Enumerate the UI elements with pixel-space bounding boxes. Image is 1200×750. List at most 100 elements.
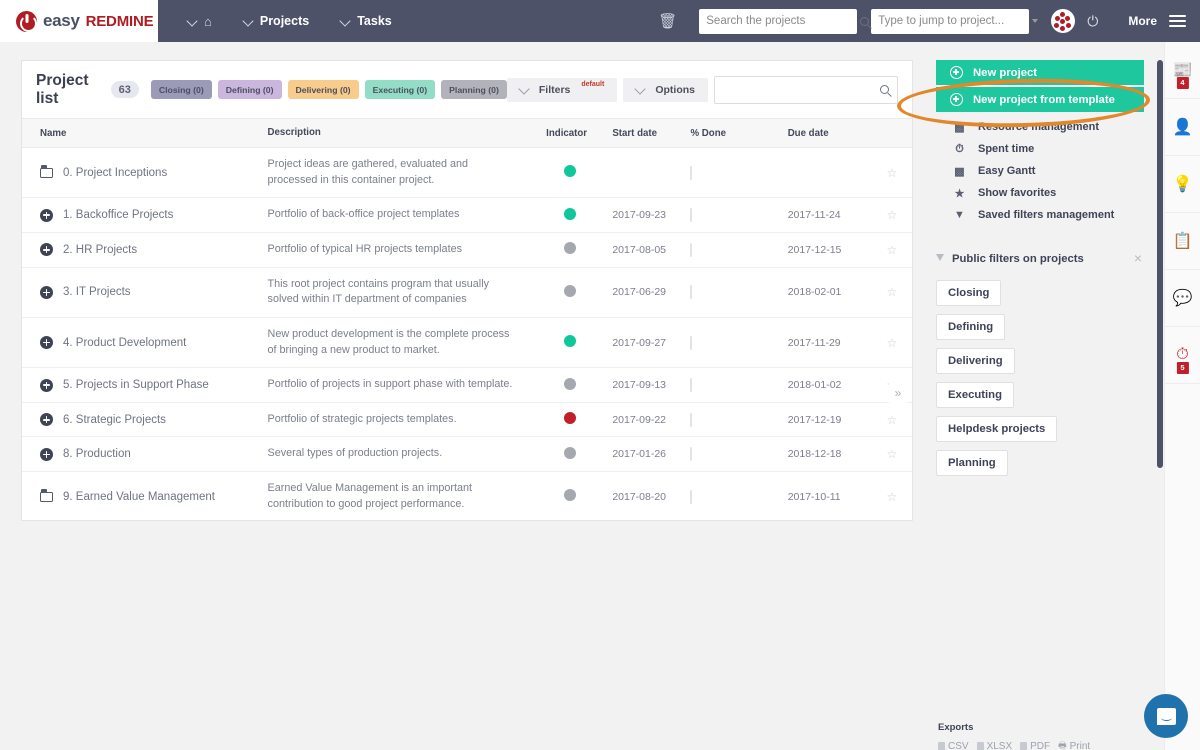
table-search-input[interactable]	[723, 83, 880, 96]
status-tag-defining[interactable]: Defining (0)	[217, 80, 282, 99]
sidebar-item-saved-filters-management[interactable]: ▼ Saved filters management	[936, 204, 1144, 226]
plus-circle-icon[interactable]	[40, 285, 53, 299]
rail-item-lightbulb[interactable]: 💡	[1165, 156, 1200, 213]
column-header-name[interactable]: Name	[22, 117, 268, 149]
favorite-star-icon[interactable]: ☆	[887, 336, 898, 350]
favorite-star-icon[interactable]: ☆	[887, 490, 898, 504]
nav-tasks[interactable]: Tasks	[327, 0, 406, 42]
public-filter-chip[interactable]: Helpdesk projects	[936, 416, 1058, 443]
cell-percent-done	[690, 402, 788, 438]
rail-item-clipboard[interactable]: 📋	[1165, 213, 1200, 270]
project-name-link[interactable]: 5. Projects in Support Phase	[63, 379, 209, 391]
logo-easy-text: easy	[43, 11, 80, 30]
filters-dropdown[interactable]: Filters default	[506, 77, 618, 102]
table-row[interactable]: 8. Production Several types of production…	[22, 436, 912, 473]
project-name-link[interactable]: 1. Backoffice Projects	[63, 209, 173, 221]
column-header-due-date[interactable]: Due date	[787, 117, 872, 149]
app-logo[interactable]: easy REDMINE	[0, 0, 158, 42]
public-filter-chip[interactable]: Executing	[936, 382, 1014, 409]
sidebar-item-easy-gantt[interactable]: ▩ Easy Gantt	[936, 160, 1144, 182]
column-header-start-date[interactable]: Start date	[612, 117, 691, 149]
project-name-link[interactable]: 0. Project Inceptions	[63, 167, 167, 179]
cell-percent-done	[690, 436, 788, 473]
close-icon[interactable]: ×	[1134, 251, 1142, 265]
table-row[interactable]: 2. HR Projects Portfolio of typical HR pr…	[22, 232, 912, 268]
table-row[interactable]: 4. Product Development New product develo…	[22, 317, 912, 369]
page-scrollbar[interactable]	[1157, 60, 1163, 468]
status-tag-planning[interactable]: Planning (0)	[441, 80, 507, 99]
plus-circle-icon[interactable]	[40, 208, 53, 222]
plus-circle-icon[interactable]	[40, 447, 53, 461]
export-xlsx-link[interactable]: XLSX	[976, 741, 1012, 750]
print-link[interactable]: 🖶 Print	[1058, 738, 1090, 750]
avatar[interactable]	[1051, 9, 1076, 33]
jump-to-project-input[interactable]	[878, 15, 1033, 27]
status-tag-executing[interactable]: Executing (0)	[364, 80, 436, 99]
public-filter-chip[interactable]: Defining	[936, 314, 1006, 341]
plus-circle-icon[interactable]	[40, 336, 53, 350]
nav-home[interactable]: ⌂	[174, 0, 226, 42]
favorite-star-icon[interactable]: ☆	[887, 166, 898, 180]
favorite-star-icon[interactable]: ☆	[887, 208, 898, 222]
status-tag-closing[interactable]: Closing (0)	[150, 80, 212, 99]
table-row[interactable]: 0. Project Inceptions Project ideas are g…	[22, 147, 912, 199]
favorite-star-icon[interactable]: ☆	[887, 243, 898, 257]
power-icon[interactable]: ⏻	[1087, 13, 1098, 30]
new-project-button[interactable]: New project	[936, 60, 1144, 85]
table-row[interactable]: 5. Projects in Support Phase Portfolio of…	[22, 367, 912, 403]
sidebar-item-show-favorites[interactable]: ★ Show favorites	[936, 182, 1144, 204]
search-input[interactable]	[706, 15, 861, 27]
options-dropdown[interactable]: Options	[623, 77, 708, 102]
plus-circle-icon[interactable]	[40, 378, 53, 392]
rail-item-news[interactable]: 📰 4	[1165, 42, 1200, 99]
table-row[interactable]: 6. Strategic Projects Portfolio of strate…	[22, 402, 912, 438]
column-header-indicator[interactable]: Indicator	[546, 117, 613, 149]
new-project-from-template-button[interactable]: New project from template	[936, 87, 1144, 112]
cell-due-date: 2017-10-11	[787, 490, 841, 503]
favorite-star-icon[interactable]: ☆	[887, 447, 898, 461]
project-name-link[interactable]: 2. HR Projects	[63, 244, 137, 256]
filters-label: Filters	[538, 83, 571, 96]
rail-item-timer[interactable]: ⏱ 5	[1165, 327, 1200, 384]
cell-start-date: 2017-01-26	[612, 436, 691, 473]
jump-to-project-box[interactable]	[871, 8, 1039, 34]
cell-description: Earned Value Management is an important …	[267, 482, 473, 510]
project-name-link[interactable]: 4. Product Development	[63, 337, 186, 349]
sidebar-collapse-handle[interactable]: »	[889, 370, 907, 416]
status-tag-delivering[interactable]: Delivering (0)	[287, 80, 359, 99]
sidebar-item-spent-time[interactable]: ⏱ Spent time	[936, 138, 1144, 160]
favorite-star-icon[interactable]: ☆	[887, 285, 898, 299]
project-name-link[interactable]: 3. IT Projects	[63, 286, 131, 298]
table-search-box[interactable]	[714, 75, 898, 104]
search-icon[interactable]	[860, 16, 870, 26]
hamburger-menu-icon[interactable]	[1169, 15, 1186, 27]
sidebar-item-resource-management[interactable]: ▩ Resource management	[936, 116, 1144, 138]
plus-circle-icon[interactable]	[40, 243, 53, 257]
search-icon[interactable]	[880, 85, 889, 94]
project-name-link[interactable]: 6. Strategic Projects	[63, 414, 166, 426]
public-filter-chip[interactable]: Delivering	[936, 348, 1015, 375]
project-name-link[interactable]: 9. Earned Value Management	[63, 491, 215, 503]
global-search-box[interactable]	[699, 8, 870, 34]
public-filter-chip[interactable]: Closing	[936, 280, 1002, 307]
table-row[interactable]: 9. Earned Value Management Earned Value M…	[22, 472, 912, 522]
public-filter-chip[interactable]: Planning	[936, 450, 1008, 477]
intercom-chat-icon	[1156, 707, 1176, 725]
export-pdf-link[interactable]: PDF	[1020, 741, 1050, 750]
table-row[interactable]: 3. IT Projects This root project contains…	[22, 267, 912, 318]
export-csv-link[interactable]: CSV	[938, 741, 969, 750]
trash-icon[interactable]: 🗑	[658, 12, 677, 30]
column-header-percent-done[interactable]: % Done	[690, 117, 788, 149]
project-name-link[interactable]: 8. Production	[63, 448, 131, 460]
column-header-description[interactable]: Description	[267, 117, 547, 149]
chevron-down-icon[interactable]	[1032, 19, 1039, 23]
more-menu-label[interactable]: More	[1128, 14, 1157, 28]
rail-item-chat[interactable]: 💬	[1165, 270, 1200, 327]
folder-icon[interactable]	[40, 489, 53, 502]
table-row[interactable]: 1. Backoffice Projects Portfolio of back-…	[22, 197, 912, 233]
rail-item-user[interactable]: 👤	[1165, 99, 1200, 156]
folder-icon[interactable]	[40, 165, 53, 178]
plus-circle-icon[interactable]	[40, 413, 53, 427]
nav-projects[interactable]: Projects	[230, 0, 323, 42]
intercom-chat-button[interactable]	[1144, 694, 1188, 738]
